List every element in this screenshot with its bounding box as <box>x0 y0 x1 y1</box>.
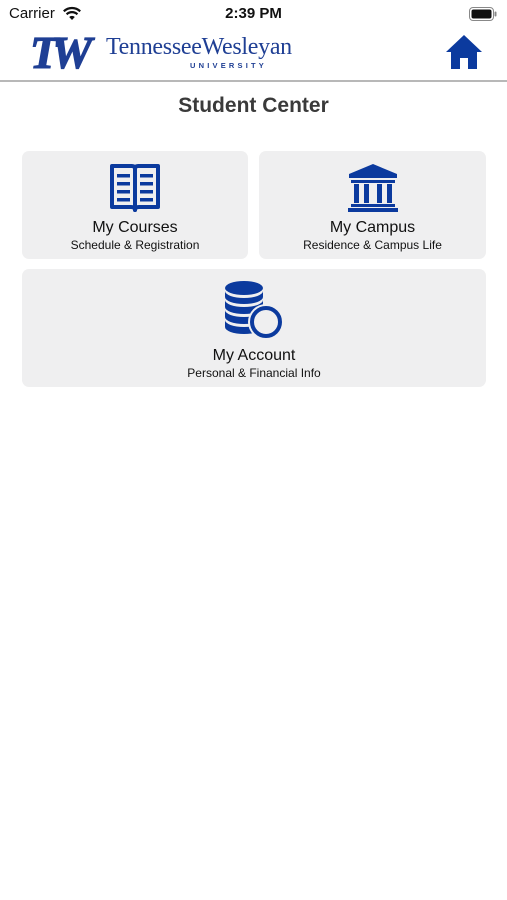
svg-text:TW: TW <box>30 28 95 74</box>
bank-building-icon <box>348 164 398 212</box>
clock: 2:39 PM <box>225 5 282 22</box>
my-campus-title: My Campus <box>329 219 416 236</box>
home-icon <box>446 35 482 69</box>
logo-subtitle: UNIVERSITY <box>190 61 268 70</box>
university-logo: TW TennesseeWesleyan UNIVERSITY <box>30 28 330 76</box>
tw-logo-mark: TW <box>30 28 102 74</box>
logo-wordmark: TennesseeWesleyan <box>106 34 292 60</box>
my-courses-tile[interactable]: My Courses Schedule & Registration <box>22 151 248 259</box>
battery-icon <box>469 7 497 21</box>
app-header: TW TennesseeWesleyan UNIVERSITY <box>0 28 507 82</box>
page-title: Student Center <box>178 94 329 117</box>
status-bar: Carrier 2:39 PM <box>0 0 507 28</box>
my-campus-tile[interactable]: My Campus Residence & Campus Life <box>259 151 486 259</box>
my-courses-subtitle: Schedule & Registration <box>70 238 200 252</box>
my-account-tile[interactable]: My Account Personal & Financial Info <box>22 269 486 387</box>
my-campus-subtitle: Residence & Campus Life <box>303 238 442 252</box>
home-button[interactable] <box>444 32 484 72</box>
my-account-title: My Account <box>212 347 296 364</box>
open-book-icon <box>110 164 160 212</box>
coins-icon <box>225 281 284 340</box>
my-account-subtitle: Personal & Financial Info <box>187 366 321 380</box>
my-courses-title: My Courses <box>92 219 178 236</box>
